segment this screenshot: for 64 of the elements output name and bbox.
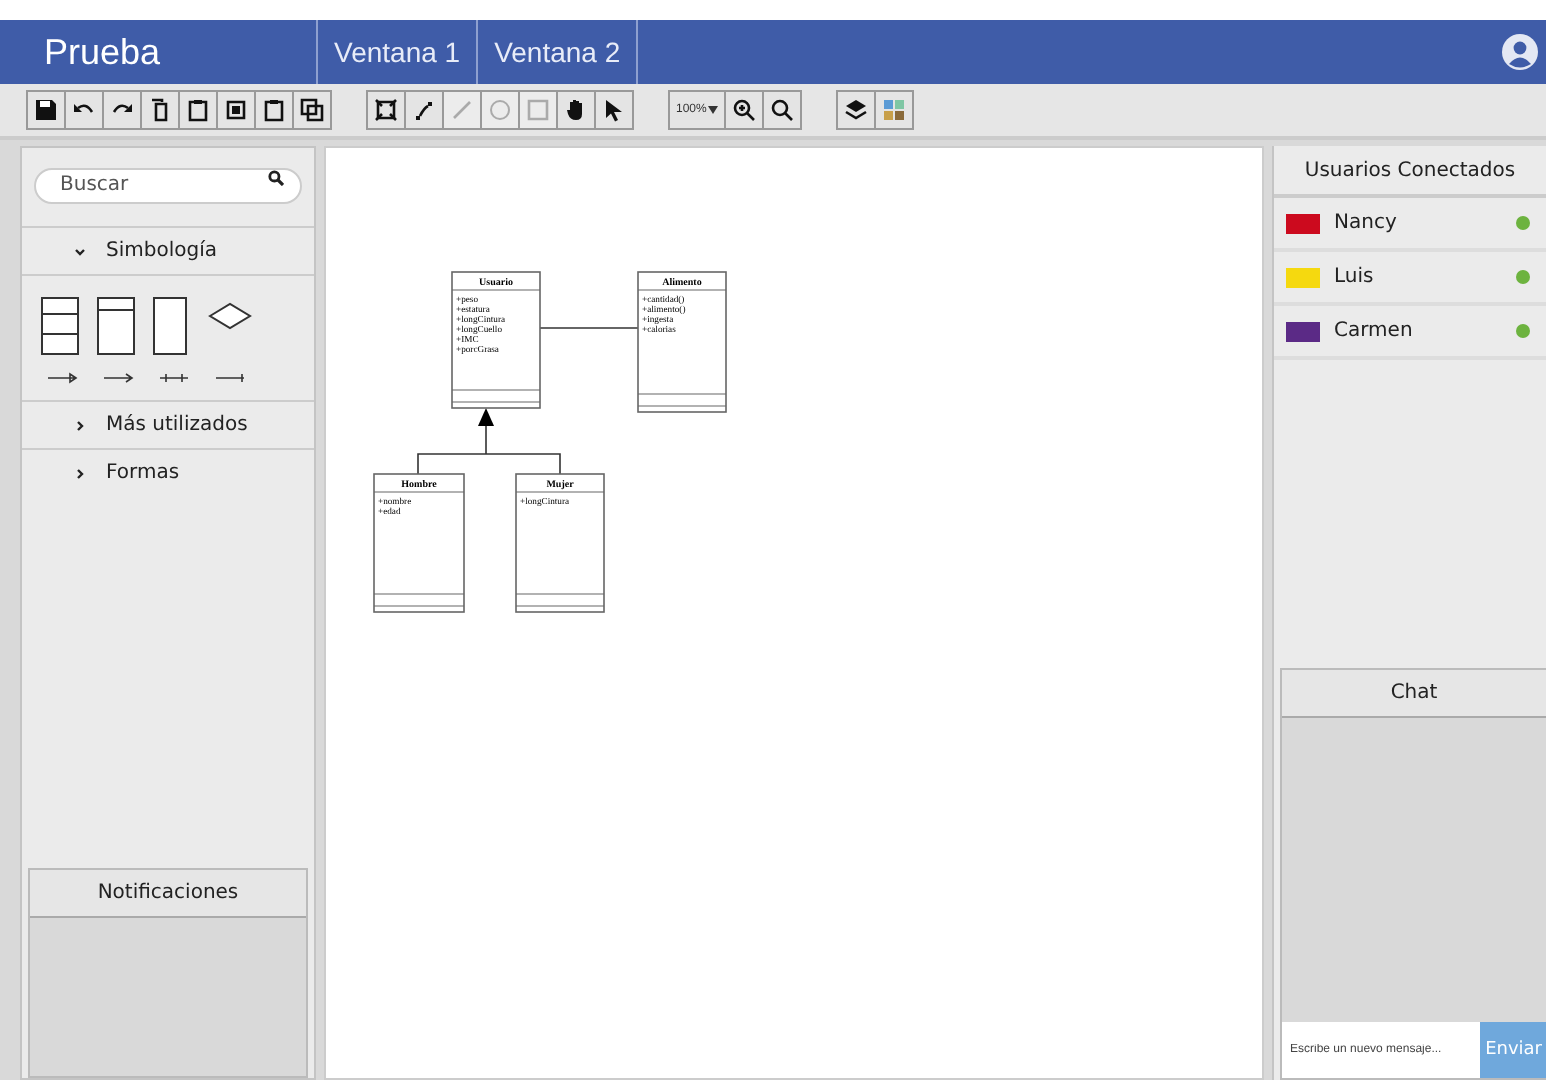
zoom-in-icon [732, 98, 757, 122]
palette-button[interactable] [874, 90, 915, 130]
select-icon [224, 98, 248, 122]
hand-button[interactable] [556, 90, 596, 130]
section-label: Más utilizados [106, 414, 248, 436]
hand-icon [564, 98, 588, 122]
copy-icon [148, 98, 172, 122]
zoom-out-icon [770, 98, 795, 122]
connector-button[interactable] [404, 90, 444, 130]
inheritance-arrow [417, 408, 561, 475]
connector-icon [412, 98, 436, 122]
clipboard-button[interactable] [254, 90, 294, 130]
zoom-out-button[interactable] [762, 90, 803, 130]
double-bar-line-icon[interactable] [159, 372, 189, 384]
select-button[interactable] [216, 90, 256, 130]
circle-icon [488, 98, 512, 122]
fit-button[interactable] [366, 90, 406, 130]
user-avatar-icon[interactable] [1502, 34, 1538, 70]
user-row[interactable]: Nancy [1274, 198, 1546, 252]
user-name: Luis [1334, 266, 1376, 288]
paste-icon [186, 98, 210, 122]
section-header[interactable]: Más utilizados [22, 400, 314, 448]
arrow-icon[interactable] [103, 372, 133, 384]
duplicate-icon [300, 98, 324, 122]
palette-icon [882, 98, 907, 122]
duplicate-button[interactable] [292, 90, 332, 130]
redo-button[interactable] [102, 90, 142, 130]
panel-title: Chat [1282, 670, 1546, 718]
arrow-icon[interactable] [47, 372, 77, 384]
undo-button[interactable] [64, 90, 104, 130]
user-name: Nancy [1334, 212, 1399, 234]
pointer-icon [602, 98, 626, 122]
section-header[interactable]: Simbología [22, 226, 314, 274]
section-header[interactable]: Formas [22, 448, 314, 496]
association-line [539, 327, 639, 329]
section-label: Formas [106, 462, 180, 484]
line-icon [450, 98, 474, 122]
pointer-button[interactable] [594, 90, 634, 130]
user-row[interactable]: Luis [1274, 252, 1546, 306]
paste-button[interactable] [178, 90, 218, 130]
save-icon [34, 98, 58, 122]
user-name: Carmen [1334, 320, 1415, 342]
section-label: Simbología [106, 240, 217, 262]
search-icon [268, 170, 284, 186]
user-row[interactable]: Carmen [1274, 306, 1546, 360]
panel-title: Notificaciones [30, 870, 306, 918]
class-box[interactable] [373, 473, 465, 613]
panel-title: Usuarios Conectados [1274, 146, 1546, 198]
caret-icon [708, 106, 719, 114]
arrow-icon[interactable] [215, 372, 245, 384]
search-field[interactable]: Buscar [34, 167, 302, 203]
class-shape-icon[interactable] [40, 296, 84, 356]
class-box[interactable] [515, 473, 605, 613]
zoom-in-button[interactable] [724, 90, 765, 130]
layers-button[interactable] [836, 90, 877, 130]
class-box[interactable] [637, 271, 727, 413]
clipboard-icon [262, 98, 286, 122]
fit-icon [374, 98, 398, 122]
copy-button[interactable] [140, 90, 180, 130]
rectangle-icon [526, 98, 550, 122]
class-shape-icon[interactable] [96, 296, 140, 356]
save-button[interactable] [26, 90, 66, 130]
class-box[interactable] [451, 271, 541, 409]
layers-icon [844, 98, 869, 122]
